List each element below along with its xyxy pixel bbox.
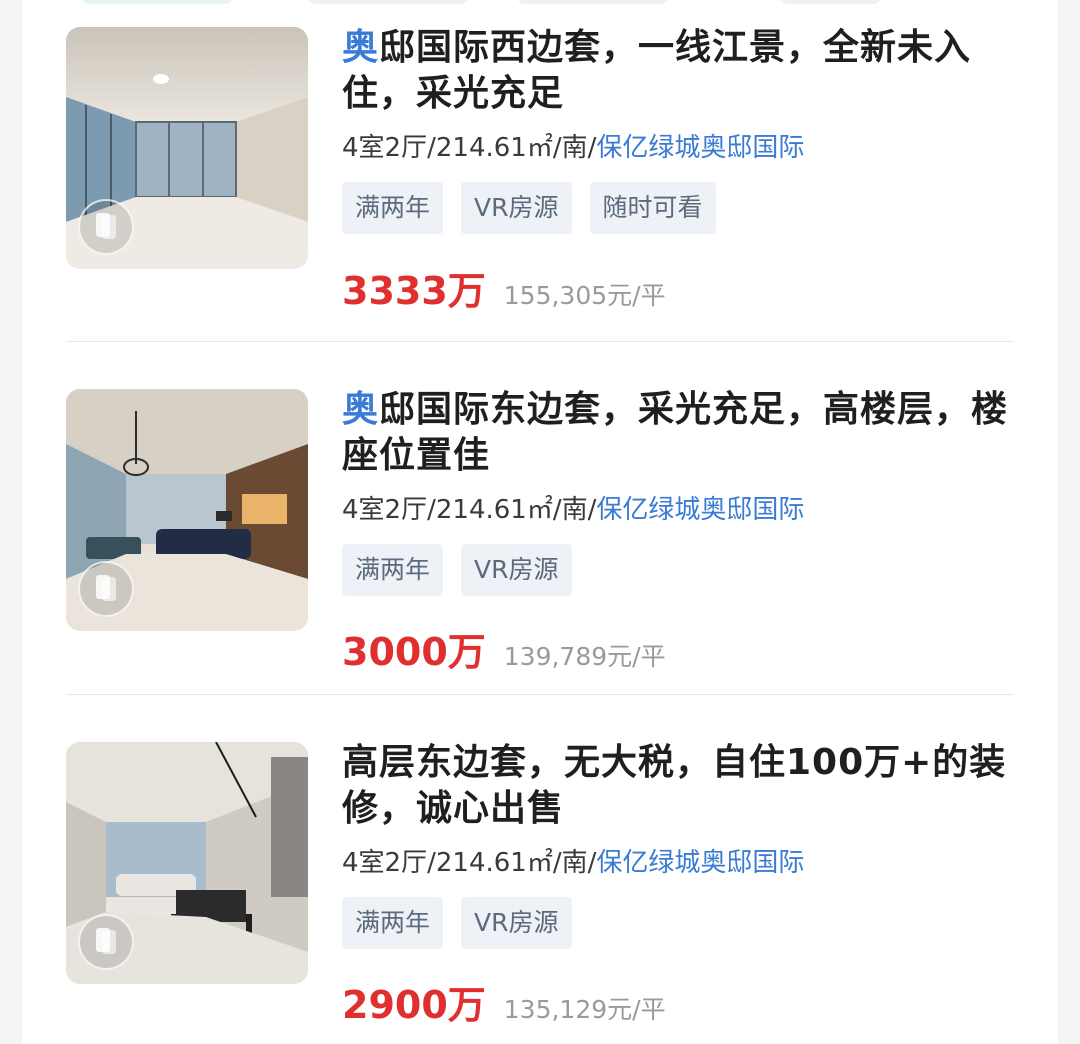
floor-area: 214.61㎡ bbox=[435, 495, 553, 525]
listing-title[interactable]: 高层东边套，无大税，自住100万+的装修，诚心出售 bbox=[342, 740, 1022, 832]
meta-separator: / bbox=[427, 848, 436, 878]
listing-photo[interactable] bbox=[66, 742, 308, 984]
tag: VR房源 bbox=[461, 544, 572, 596]
room-layout: 4室2厅 bbox=[342, 133, 428, 163]
community-link[interactable]: 保亿绿城奥邸国际 bbox=[596, 133, 804, 163]
title-text: 邸国际东边套，采光充足，高楼层，楼座位置佳 bbox=[342, 389, 1009, 476]
price-row: 3333万 155,305元/平 bbox=[342, 260, 666, 313]
tag: 满两年 bbox=[342, 182, 444, 234]
community-link[interactable]: 保亿绿城奥邸国际 bbox=[596, 848, 804, 878]
listing-card[interactable]: 奥邸国际东边套，采光充足，高楼层，楼座位置佳 4室2厅/214.61㎡/南/保亿… bbox=[22, 362, 1058, 674]
tag: VR房源 bbox=[461, 897, 572, 949]
community-link[interactable]: 保亿绿城奥邸国际 bbox=[596, 495, 804, 525]
unit-price: 135,129元/平 bbox=[503, 995, 666, 1024]
listing-feed: 奥邸国际西边套，一线江景，全新未入住，采光充足 4室2厅/214.61㎡/南/保… bbox=[22, 0, 1058, 1044]
tag-list: 满两年 VR房源 随时可看 bbox=[342, 182, 734, 234]
vr-panorama-icon bbox=[78, 914, 134, 970]
price-row: 2900万 135,129元/平 bbox=[342, 974, 666, 1027]
tag: VR房源 bbox=[461, 182, 572, 234]
listing-card[interactable]: 高层东边套，无大税，自住100万+的装修，诚心出售 4室2厅/214.61㎡/南… bbox=[22, 715, 1058, 1027]
listing-meta: 4室2厅/214.61㎡/南/保亿绿城奥邸国际 bbox=[342, 846, 804, 880]
meta-separator: / bbox=[552, 133, 562, 163]
listing-title[interactable]: 奥邸国际东边套，采光充足，高楼层，楼座位置佳 bbox=[342, 387, 1022, 479]
total-price: 3333万 bbox=[342, 269, 486, 313]
title-highlight: 奥 bbox=[342, 389, 380, 430]
meta-separator: / bbox=[552, 848, 562, 878]
meta-separator: / bbox=[427, 133, 436, 163]
listing-photo[interactable] bbox=[66, 389, 308, 631]
unit-price: 155,305元/平 bbox=[503, 281, 666, 310]
room-layout: 4室2厅 bbox=[342, 495, 428, 525]
title-highlight: 奥 bbox=[342, 27, 380, 68]
tag: 随时可看 bbox=[589, 182, 716, 234]
tag-list: 满两年 VR房源 bbox=[342, 544, 590, 596]
meta-separator: / bbox=[427, 495, 436, 525]
listing-divider bbox=[66, 341, 1014, 342]
unit-price: 139,789元/平 bbox=[503, 642, 666, 671]
tag: 满两年 bbox=[342, 897, 444, 949]
total-price: 3000万 bbox=[342, 630, 486, 674]
floor-area: 214.61㎡ bbox=[435, 133, 553, 163]
listing-title[interactable]: 奥邸国际西边套，一线江景，全新未入住，采光充足 bbox=[342, 25, 1022, 117]
tag: 满两年 bbox=[342, 544, 444, 596]
tag-list: 满两年 VR房源 bbox=[342, 897, 590, 949]
listing-meta: 4室2厅/214.61㎡/南/保亿绿城奥邸国际 bbox=[342, 493, 804, 527]
orientation: 南 bbox=[561, 848, 588, 878]
listing-meta: 4室2厅/214.61㎡/南/保亿绿城奥邸国际 bbox=[342, 131, 804, 165]
vr-panorama-icon bbox=[78, 561, 134, 617]
title-text: 高层东边套，无大税，自住100万+的装修，诚心出售 bbox=[342, 742, 1007, 829]
listing-divider bbox=[66, 694, 1014, 695]
listing-photo[interactable] bbox=[66, 27, 308, 269]
room-layout: 4室2厅 bbox=[342, 848, 428, 878]
orientation: 南 bbox=[561, 495, 588, 525]
listing-card[interactable]: 奥邸国际西边套，一线江景，全新未入住，采光充足 4室2厅/214.61㎡/南/保… bbox=[22, 0, 1058, 313]
orientation: 南 bbox=[561, 133, 588, 163]
vr-panorama-icon bbox=[78, 199, 134, 255]
total-price: 2900万 bbox=[342, 983, 486, 1027]
floor-area: 214.61㎡ bbox=[435, 848, 553, 878]
title-text: 邸国际西边套，一线江景，全新未入住，采光充足 bbox=[342, 27, 972, 114]
meta-separator: / bbox=[552, 495, 562, 525]
price-row: 3000万 139,789元/平 bbox=[342, 621, 666, 674]
